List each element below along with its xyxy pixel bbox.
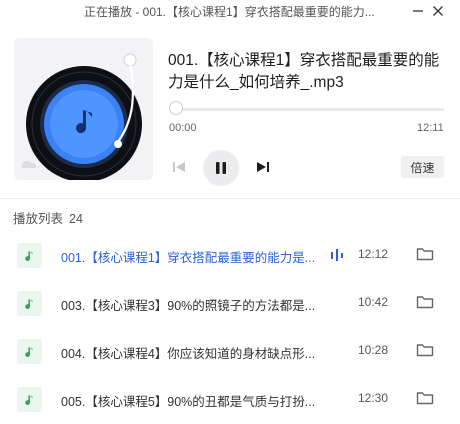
playlist-item-duration: 12:30 <box>358 391 389 405</box>
audio-file-icon <box>17 291 42 316</box>
playlist-item[interactable]: 005.【核心课程5】90%的丑都是气质与打扮... 12:30 <box>0 376 460 424</box>
divider <box>0 198 460 199</box>
album-cover <box>14 38 153 180</box>
playlist-item-duration: 12:12 <box>358 247 389 261</box>
playlist-item-name: 005.【核心课程5】90%的丑都是气质与打扮... <box>61 395 316 409</box>
next-icon[interactable] <box>252 156 274 178</box>
title-bar: 正在播放 - 001.【核心课程1】穿衣搭配最重要的能力... <box>0 0 460 22</box>
playlist-item[interactable]: 004.【核心课程4】你应该知道的身材缺点形... 10:28 <box>0 328 460 376</box>
minimize-icon[interactable] <box>408 2 428 20</box>
folder-icon[interactable] <box>416 390 434 406</box>
playlist-count: 24 <box>69 212 83 226</box>
playlist-item-name: 003.【核心课程3】90%的照镜子的方法都是... <box>61 299 316 313</box>
playlist-item[interactable]: 003.【核心课程3】90%的照镜子的方法都是... 10:42 <box>0 280 460 328</box>
pause-button[interactable] <box>203 150 239 186</box>
playlist-header: 播放列表 24 <box>13 208 83 227</box>
audio-file-icon <box>17 339 42 364</box>
window-title: 正在播放 - 001.【核心课程1】穿衣搭配最重要的能力... <box>84 5 375 19</box>
total-time: 12:11 <box>417 122 444 134</box>
playlist-item[interactable]: 001.【核心课程1】穿衣搭配最重要的能力是... 12:12 <box>0 232 460 280</box>
close-icon[interactable] <box>428 2 448 20</box>
previous-icon[interactable] <box>168 156 190 178</box>
playing-wave-icon <box>331 249 343 261</box>
playlist-item-name: 004.【核心课程4】你应该知道的身材缺点形... <box>61 347 316 361</box>
folder-icon[interactable] <box>416 342 434 358</box>
folder-icon[interactable] <box>416 246 434 262</box>
folder-icon[interactable] <box>416 294 434 310</box>
playlist-label: 播放列表 <box>13 212 64 226</box>
now-playing-title: 001.【核心课程1】穿衣搭配最重要的能力是什么_如何培养_.mp3 <box>168 52 440 91</box>
audio-file-icon <box>17 387 42 412</box>
playlist-item-name: 001.【核心课程1】穿衣搭配最重要的能力是... <box>61 251 316 265</box>
playlist-item-duration: 10:28 <box>358 343 389 357</box>
progress-bar[interactable] <box>176 108 444 111</box>
audio-file-icon <box>17 243 42 268</box>
progress-handle[interactable] <box>169 101 183 115</box>
current-time: 00:00 <box>169 122 197 134</box>
speed-button[interactable]: 倍速 <box>401 156 444 178</box>
playlist-item-duration: 10:42 <box>358 295 389 309</box>
